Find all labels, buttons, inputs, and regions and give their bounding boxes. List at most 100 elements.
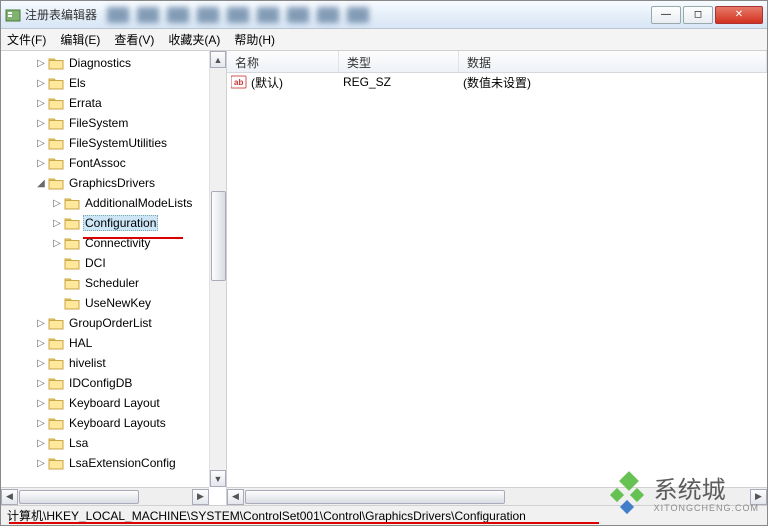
status-underline [9, 522, 599, 524]
tree-node-usenewkey[interactable]: UseNewKey [3, 293, 226, 313]
tree-label: Scheduler [83, 276, 141, 290]
tree-node-configuration[interactable]: ▷ Configuration [3, 213, 226, 233]
list-scroll-left-arrow[interactable]: ◀ [227, 489, 244, 505]
tree-label: IDConfigDB [67, 376, 134, 390]
tree-node-dci[interactable]: DCI [3, 253, 226, 273]
tree-node-hivelist[interactable]: ▷ hivelist [3, 353, 226, 373]
expander-icon[interactable] [51, 257, 63, 269]
cell-name: (默认) [251, 74, 343, 91]
expander-icon[interactable]: ◢ [35, 177, 47, 189]
tree-label: Errata [67, 96, 104, 110]
column-name[interactable]: 名称 [227, 51, 339, 72]
tree-label: UseNewKey [83, 296, 153, 310]
string-value-icon: ab [231, 75, 247, 89]
expander-icon[interactable]: ▷ [35, 317, 47, 329]
list-pane: 名称 类型 数据 ab (默认) REG_SZ (数值未设置) ◀ ▶ [227, 51, 767, 505]
tree-node-hal[interactable]: ▷ HAL [3, 333, 226, 353]
tree-node-grouporderlist[interactable]: ▷GroupOrderList [3, 313, 226, 333]
tree-label: FileSystemUtilities [67, 136, 169, 150]
list-row[interactable]: ab (默认) REG_SZ (数值未设置) [227, 73, 767, 91]
scroll-thumb[interactable] [211, 191, 226, 281]
expander-icon[interactable] [51, 297, 63, 309]
menu-file[interactable]: 文件(F) [7, 31, 46, 48]
column-type[interactable]: 类型 [339, 51, 459, 72]
list-scroll-right-arrow[interactable]: ▶ [750, 489, 767, 505]
svg-text:ab: ab [234, 78, 243, 87]
tree-node-scheduler[interactable]: Scheduler [3, 273, 226, 293]
tree-label: FileSystem [67, 116, 130, 130]
tree-node-els[interactable]: ▷Els [3, 73, 226, 93]
expander-icon[interactable]: ▷ [51, 237, 63, 249]
tree-label: Keyboard Layout [67, 396, 162, 410]
tree-node-connectivity[interactable]: ▷Connectivity [3, 233, 226, 253]
expander-icon[interactable] [51, 277, 63, 289]
close-button[interactable]: ✕ [715, 6, 763, 24]
expander-icon[interactable]: ▷ [35, 437, 47, 449]
cell-data: (数值未设置) [463, 74, 531, 91]
tree-pane: ▷Diagnostics▷Els▷Errata▷FileSystem▷FileS… [1, 51, 227, 505]
expander-icon[interactable]: ▷ [35, 397, 47, 409]
tree-label: Diagnostics [67, 56, 133, 70]
scroll-down-arrow[interactable]: ▼ [210, 470, 226, 487]
registry-tree[interactable]: ▷Diagnostics▷Els▷Errata▷FileSystem▷FileS… [1, 51, 226, 475]
expander-icon[interactable]: ▷ [35, 357, 47, 369]
expander-icon[interactable]: ▷ [35, 377, 47, 389]
window-title: 注册表编辑器 [25, 6, 97, 23]
statusbar: 计算机\HKEY_LOCAL_MACHINE\SYSTEM\ControlSet… [1, 505, 767, 525]
regedit-icon [5, 7, 21, 23]
tree-label: FontAssoc [67, 156, 128, 170]
tree-node-keyboard-layouts[interactable]: ▷Keyboard Layouts [3, 413, 226, 433]
expander-icon[interactable]: ▷ [35, 337, 47, 349]
scroll-left-arrow[interactable]: ◀ [1, 489, 18, 505]
menu-help[interactable]: 帮助(H) [234, 31, 275, 48]
tree-label: GraphicsDrivers [67, 176, 157, 190]
tree-label: DCI [83, 256, 108, 270]
column-data[interactable]: 数据 [459, 51, 767, 72]
tree-node-idconfigdb[interactable]: ▷ IDConfigDB [3, 373, 226, 393]
tree-node-errata[interactable]: ▷ Errata [3, 93, 226, 113]
tree-node-filesystem[interactable]: ▷ FileSystem [3, 113, 226, 133]
expander-icon[interactable]: ▷ [35, 137, 47, 149]
expander-icon[interactable]: ▷ [35, 157, 47, 169]
list-body[interactable]: ab (默认) REG_SZ (数值未设置) [227, 73, 767, 487]
titlebar: 注册表编辑器 — ◻ ✕ [1, 1, 767, 29]
tree-node-lsaextensionconfig[interactable]: ▷LsaExtensionConfig [3, 453, 226, 473]
scroll-right-arrow[interactable]: ▶ [192, 489, 209, 505]
list-hscroll-thumb[interactable] [245, 490, 505, 504]
tree-horizontal-scrollbar[interactable]: ◀ ▶ [1, 487, 209, 505]
tree-node-lsa[interactable]: ▷ Lsa [3, 433, 226, 453]
tree-node-graphicsdrivers[interactable]: ◢ GraphicsDrivers [3, 173, 226, 193]
tree-node-diagnostics[interactable]: ▷ Diagnostics [3, 53, 226, 73]
expander-icon[interactable]: ▷ [51, 217, 63, 229]
menubar: 文件(F) 编辑(E) 查看(V) 收藏夹(A) 帮助(H) [1, 29, 767, 51]
titlebar-blur [107, 7, 649, 23]
cell-type: REG_SZ [343, 75, 463, 89]
expander-icon[interactable]: ▷ [35, 97, 47, 109]
expander-icon[interactable]: ▷ [35, 117, 47, 129]
expander-icon[interactable]: ▷ [35, 417, 47, 429]
expander-icon[interactable]: ▷ [35, 77, 47, 89]
tree-label: Configuration [83, 215, 158, 231]
maximize-button[interactable]: ◻ [683, 6, 713, 24]
minimize-button[interactable]: — [651, 6, 681, 24]
client-area: ▷Diagnostics▷Els▷Errata▷FileSystem▷FileS… [1, 51, 767, 505]
tree-node-filesystemutilities[interactable]: ▷ FileSystemUtilities [3, 133, 226, 153]
scroll-up-arrow[interactable]: ▲ [210, 51, 226, 68]
tree-node-keyboard-layout[interactable]: ▷ Keyboard Layout [3, 393, 226, 413]
tree-vertical-scrollbar[interactable]: ▲ ▼ [209, 51, 226, 487]
expander-icon[interactable]: ▷ [35, 57, 47, 69]
tree-node-additionalmodelists[interactable]: ▷ AdditionalModeLists [3, 193, 226, 213]
hscroll-thumb[interactable] [19, 490, 139, 504]
menu-edit[interactable]: 编辑(E) [60, 31, 100, 48]
tree-node-fontassoc[interactable]: ▷ FontAssoc [3, 153, 226, 173]
expander-icon[interactable]: ▷ [51, 197, 63, 209]
tree-label: HAL [67, 336, 94, 350]
menu-view[interactable]: 查看(V) [114, 31, 154, 48]
tree-label: hivelist [67, 356, 108, 370]
expander-icon[interactable]: ▷ [35, 457, 47, 469]
menu-favorites[interactable]: 收藏夹(A) [168, 31, 220, 48]
list-horizontal-scrollbar[interactable]: ◀ ▶ [227, 487, 767, 505]
list-header: 名称 类型 数据 [227, 51, 767, 73]
tree-label: Lsa [67, 436, 90, 450]
tree-label: AdditionalModeLists [83, 196, 194, 210]
